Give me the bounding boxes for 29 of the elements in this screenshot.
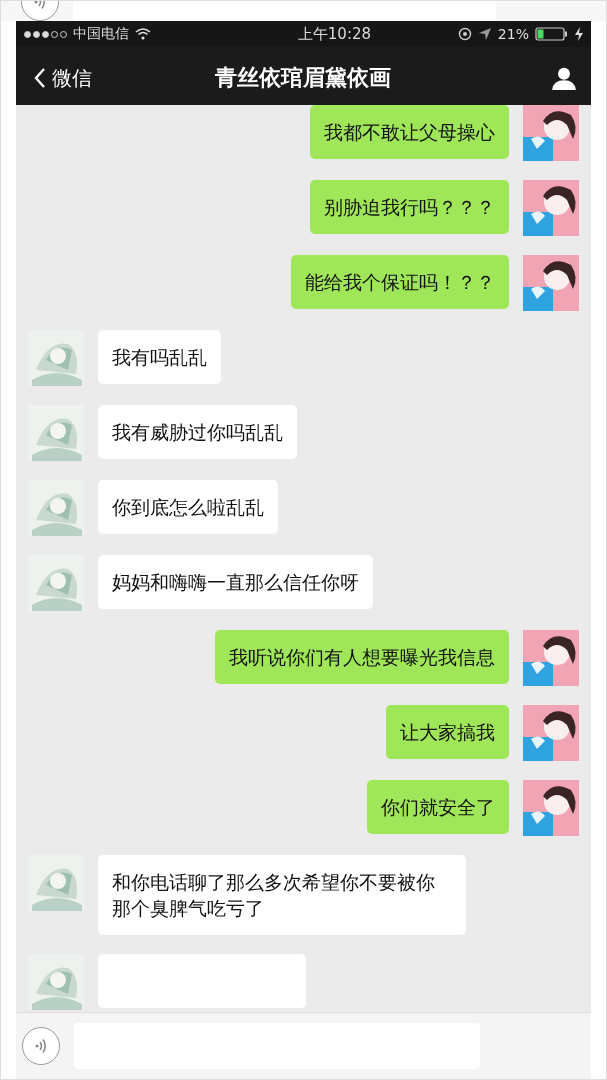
message-bubble: 让大家搞我 — [386, 705, 509, 759]
message-bubble: 别胁迫我行吗？？？ — [310, 180, 509, 234]
profile-icon[interactable] — [551, 65, 577, 91]
battery-percent: 21% — [497, 26, 529, 42]
avatar[interactable] — [523, 180, 579, 236]
avatar[interactable] — [523, 630, 579, 686]
avatar[interactable] — [523, 105, 579, 161]
carrier: 中国电信 — [73, 25, 129, 43]
message-bubble: 我听说你们有人想要曝光我信息 — [215, 630, 509, 684]
message-bubble: 能给我个保证吗！？？ — [291, 255, 509, 309]
message-bubble: 和你电话聊了那么多次希望你不要被你那个臭脾气吃亏了 — [98, 855, 466, 935]
avatar[interactable] — [523, 705, 579, 761]
message-bubble: 妈妈和嗨嗨一直那么信任你呀 — [98, 555, 373, 609]
back-button[interactable]: 微信 — [34, 64, 134, 92]
message-bubble: 我有吗乱乱 — [98, 330, 221, 384]
message-bubble: 你到底怎么啦乱乱 — [98, 480, 278, 534]
message-bubble: 你们就安全了 — [367, 780, 509, 834]
rotation-lock-icon — [457, 27, 472, 41]
avatar[interactable] — [523, 255, 579, 311]
voice-button[interactable] — [22, 1027, 60, 1065]
battery-icon — [535, 27, 569, 41]
message-bubble: 我都不敢让父母操心 — [310, 105, 509, 159]
chat-title: 青丝依琯眉黛依画 — [213, 64, 392, 92]
charging-icon — [575, 27, 583, 41]
location-icon — [477, 27, 492, 41]
message-bubble: 我有威胁过你吗乱乱 — [98, 405, 297, 459]
wifi-icon — [135, 28, 151, 40]
status-time: 上午10:28 — [296, 24, 372, 44]
avatar[interactable] — [523, 780, 579, 836]
